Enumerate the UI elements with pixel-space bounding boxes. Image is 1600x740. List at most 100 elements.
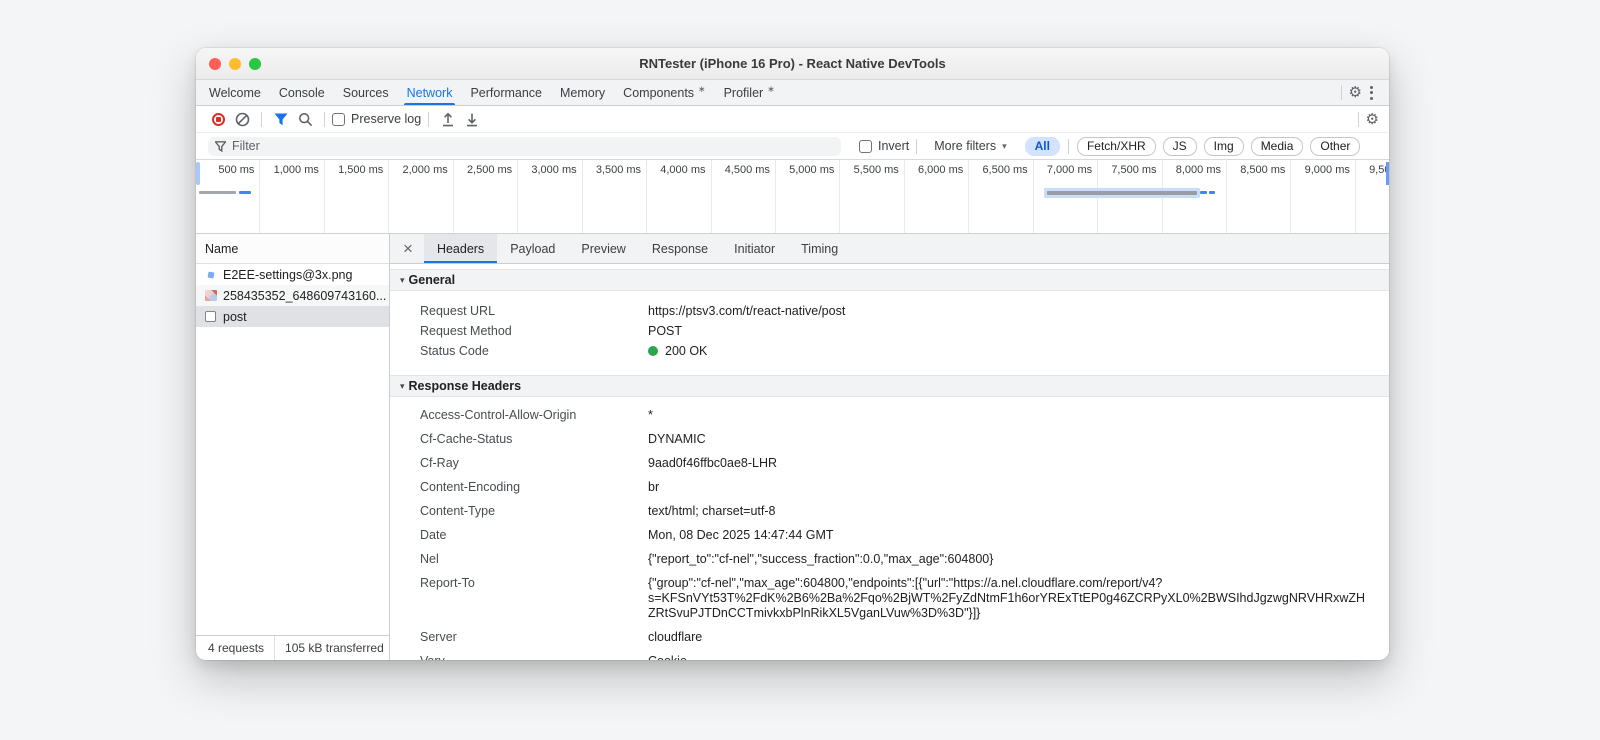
separator — [274, 636, 276, 660]
header-name: Content-Type — [420, 503, 496, 518]
timeline-tick: 1,000 ms — [260, 160, 325, 233]
request-row-e2ee-settings[interactable]: E2EE-settings@3x.png — [196, 264, 389, 285]
search-button[interactable] — [293, 108, 317, 130]
window-title: RNTester (iPhone 16 Pro) - React Native … — [639, 56, 946, 71]
header-row-access-control-allow-origin: Access-Control-Allow-Origin * — [390, 403, 1389, 427]
timeline-tick: 5,000 ms — [776, 160, 841, 233]
filter-pill-all[interactable]: All — [1024, 136, 1060, 156]
tab-console[interactable]: Console — [270, 80, 334, 105]
tab-label: Console — [278, 85, 325, 100]
timeline-left-handle[interactable] — [196, 162, 200, 185]
network-settings-gear-icon[interactable]: ⚙ — [1366, 112, 1379, 127]
waterfall-bar — [239, 191, 251, 194]
tab-label: Components — [623, 85, 695, 100]
devtools-tab-bar: Welcome Console Sources Network Performa… — [196, 80, 1389, 106]
separator — [324, 111, 325, 127]
waterfall-bar — [1209, 191, 1215, 194]
section-header-general[interactable]: ▾ General — [390, 269, 1389, 291]
header-row-date: Date Mon, 08 Dec 2025 14:47:44 GMT — [390, 523, 1389, 547]
tab-label: Welcome — [209, 85, 261, 100]
filter-input[interactable]: Filter — [208, 136, 841, 156]
header-value: 200 OK — [648, 344, 1388, 359]
tab-performance[interactable]: Performance — [461, 80, 551, 105]
filter-pill-fetch-xhr[interactable]: Fetch/XHR — [1076, 136, 1156, 156]
timeline-right-handle[interactable] — [1386, 162, 1389, 185]
triangle-collapse-icon: ▾ — [400, 274, 405, 285]
header-row-cf-ray: Cf-Ray 9aad0f46ffbc0ae8-LHR — [390, 451, 1389, 475]
header-row-cf-cache-status: Cf-Cache-Status DYNAMIC — [390, 427, 1389, 451]
header-name: Date — [420, 527, 447, 542]
waterfall-bar — [1200, 191, 1207, 194]
window-controls — [209, 58, 261, 70]
header-name: Access-Control-Allow-Origin — [420, 407, 577, 422]
header-value-line: {"group":"cf-nel","max_age":604800,"endp… — [648, 575, 1163, 590]
status-ok-dot-icon — [648, 345, 658, 356]
header-value: Cookie — [648, 654, 1388, 661]
section-header-response-headers[interactable]: ▾ Response Headers — [390, 375, 1389, 397]
detail-tab-response[interactable]: Response — [639, 234, 721, 263]
tab-components[interactable]: Components ∗ — [614, 80, 714, 105]
more-filters-dropdown[interactable]: More filters ▾ — [924, 139, 1016, 153]
tab-welcome[interactable]: Welcome — [200, 80, 270, 105]
header-row-content-encoding: Content-Encoding br — [390, 475, 1389, 499]
timeline-tick: 2,000 ms — [389, 160, 454, 233]
request-row-258435352[interactable]: 258435352_648609743160... — [196, 285, 389, 306]
requests-panel: Name E2EE-settings@3x.png 258435352_6486… — [196, 234, 390, 660]
header-value-line: ZRtSvuPJTDnCCTmivkxbPlnRikXL5VganLVuw%3D… — [648, 605, 981, 620]
filter-pill-img[interactable]: Img — [1203, 136, 1244, 156]
tab-sources[interactable]: Sources — [334, 80, 398, 105]
more-options-kebab-icon[interactable] — [1362, 82, 1381, 104]
header-value: {"report_to":"cf-nel","success_fraction"… — [648, 551, 994, 566]
search-icon — [298, 112, 312, 126]
detail-tab-initiator[interactable]: Initiator — [721, 234, 788, 263]
record-network-log-button[interactable] — [206, 108, 230, 130]
filter-pill-js[interactable]: JS — [1162, 136, 1197, 156]
detail-tab-payload[interactable]: Payload — [497, 234, 568, 263]
filter-funnel-icon — [274, 113, 288, 125]
request-row-post[interactable]: post — [196, 306, 389, 327]
react-badge-icon: ∗ — [698, 84, 706, 94]
detail-tab-preview[interactable]: Preview — [568, 234, 638, 263]
filter-toggle-button[interactable] — [269, 108, 293, 130]
tab-profiler[interactable]: Profiler ∗ — [715, 80, 784, 105]
headers-content: ▾ General Request URL https://ptsv3.com/… — [390, 264, 1389, 660]
close-window-button[interactable] — [209, 58, 221, 70]
tab-network[interactable]: Network — [398, 80, 462, 105]
close-detail-icon[interactable]: × — [390, 234, 424, 263]
header-name: Server — [420, 629, 457, 644]
triangle-collapse-icon: ▾ — [400, 380, 405, 391]
header-value: * — [648, 407, 653, 422]
filter-pill-other[interactable]: Other — [1310, 136, 1361, 156]
request-list: E2EE-settings@3x.png 258435352_648609743… — [196, 264, 389, 635]
zoom-window-button[interactable] — [249, 58, 261, 70]
tab-label: Profiler — [723, 85, 764, 100]
detail-tab-timing[interactable]: Timing — [788, 234, 851, 263]
header-value: cloudflare — [648, 629, 703, 644]
section-title: General — [408, 273, 456, 287]
network-toolbar: Preserve log ⚙ — [196, 106, 1389, 133]
network-filter-bar: Filter Invert More filters ▾ All Fetch/X… — [196, 133, 1389, 160]
header-value: text/html; charset=utf-8 — [648, 503, 776, 518]
image-file-icon — [204, 268, 217, 281]
minimize-window-button[interactable] — [229, 58, 241, 70]
header-name: Request URL — [420, 303, 496, 318]
detail-tab-headers[interactable]: Headers — [423, 234, 498, 263]
settings-gear-icon[interactable]: ⚙ — [1349, 85, 1362, 100]
preserve-log-checkbox[interactable] — [332, 112, 345, 126]
invert-checkbox[interactable] — [859, 139, 872, 153]
clear-network-log-button[interactable] — [230, 108, 254, 130]
header-row-content-type: Content-Type text/html; charset=utf-8 — [390, 499, 1389, 523]
export-har-button[interactable] — [460, 108, 484, 130]
timeline-tick: 3,500 ms — [583, 160, 648, 233]
chevron-down-icon: ▾ — [1002, 140, 1007, 151]
header-name: Content-Encoding — [420, 479, 521, 494]
request-name: E2EE-settings@3x.png — [223, 267, 353, 282]
filter-pill-media[interactable]: Media — [1250, 136, 1304, 156]
status-code-text: 200 OK — [665, 343, 708, 358]
name-column-header[interactable]: Name — [196, 234, 389, 264]
tab-memory[interactable]: Memory — [551, 80, 614, 105]
network-summary-bar: 4 requests 105 kB transferred — [196, 635, 389, 660]
network-overview-timeline[interactable]: 500 ms 1,000 ms 1,500 ms 2,000 ms 2,500 … — [196, 160, 1389, 234]
import-har-button[interactable] — [436, 108, 460, 130]
tab-label: Performance — [470, 85, 543, 100]
